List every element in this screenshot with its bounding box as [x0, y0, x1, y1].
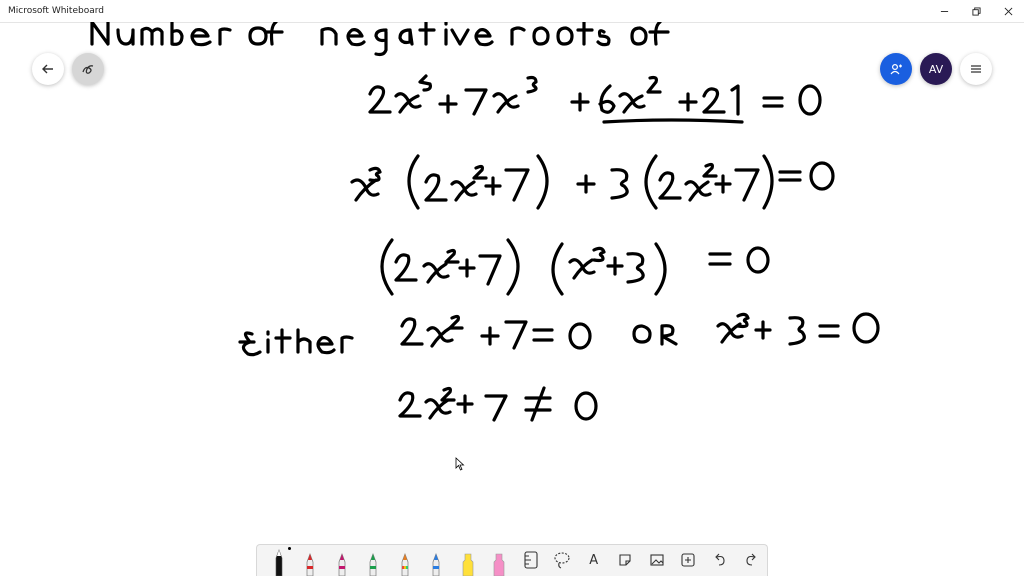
restore-icon [971, 6, 981, 16]
image-icon [650, 554, 664, 566]
pen-icon [369, 553, 377, 576]
highlighter-icon [462, 553, 474, 576]
ink-beautify-button[interactable] [72, 53, 104, 85]
ink-line-equation-4 [238, 312, 880, 357]
note-tool[interactable] [610, 544, 642, 576]
settings-menu-button[interactable] [960, 53, 992, 85]
undo-icon [714, 553, 725, 566]
title-bar: Microsoft Whiteboard [0, 0, 1024, 23]
ink-line-equation-3 [380, 238, 770, 296]
window-controls [928, 0, 1024, 22]
image-tool[interactable] [641, 544, 673, 576]
whiteboard-canvas[interactable] [0, 22, 1024, 576]
restore-button[interactable] [960, 0, 992, 22]
arrow-left-icon [42, 64, 53, 74]
pen-icon [306, 553, 314, 576]
ink-loop-icon [82, 65, 94, 74]
invite-user-button[interactable] [880, 53, 912, 85]
lasso-tool[interactable] [547, 544, 579, 576]
hamburger-icon [971, 65, 981, 73]
pen-black-tool[interactable] [263, 544, 295, 576]
avatar[interactable]: AV [920, 53, 952, 85]
handwriting-ink [90, 22, 880, 422]
avatar-initials: AV [928, 62, 944, 76]
highlighter-icon [493, 553, 505, 576]
app-title: Microsoft Whiteboard [8, 6, 104, 16]
person-icon [890, 63, 902, 75]
add-tool[interactable] [673, 544, 705, 576]
pen-green-tool[interactable] [358, 544, 390, 576]
ink-line-equation-1 [368, 74, 822, 124]
highlighter-pink-tool[interactable] [484, 544, 516, 576]
ruler-icon [524, 551, 538, 569]
ink-line-equation-2 [350, 154, 835, 210]
close-icon [1004, 7, 1012, 15]
lasso-icon [554, 552, 570, 569]
undo-tool[interactable] [704, 544, 736, 576]
note-icon [619, 554, 631, 566]
mouse-cursor-icon [455, 457, 465, 471]
add-icon [681, 553, 695, 567]
redo-tool[interactable] [736, 544, 768, 576]
pen-icon [401, 553, 409, 576]
redo-icon [746, 553, 757, 566]
text-icon: A [589, 552, 599, 568]
close-button[interactable] [992, 0, 1024, 22]
ink-toolbar: A [256, 544, 768, 576]
active-indicator [287, 547, 291, 550]
pen-icon [338, 553, 346, 576]
minimize-icon [940, 10, 948, 12]
back-button[interactable] [32, 53, 64, 85]
ink-line-equation-5 [398, 386, 598, 422]
text-tool[interactable]: A [578, 544, 610, 576]
minimize-button[interactable] [928, 0, 960, 22]
ruler-tool[interactable] [515, 544, 547, 576]
pen-icon [275, 549, 283, 576]
pen-icon [432, 553, 440, 576]
pen-blue-tool[interactable] [421, 544, 453, 576]
pen-rainbow-tool[interactable] [389, 544, 421, 576]
ink-line-title [90, 22, 670, 57]
pen-magenta-tool[interactable] [326, 544, 358, 576]
highlighter-yellow-tool[interactable] [452, 544, 484, 576]
pen-red-tool[interactable] [295, 544, 327, 576]
